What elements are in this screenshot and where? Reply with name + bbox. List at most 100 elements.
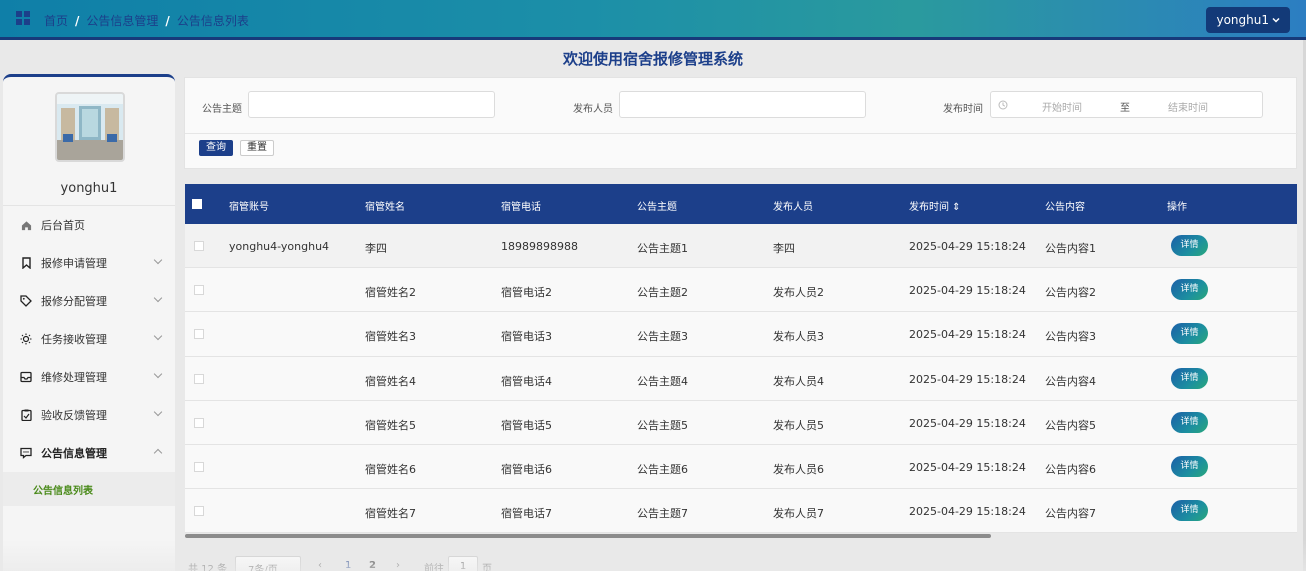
sidebar-item-announcements[interactable]: 公告信息管理: [3, 434, 175, 472]
home-icon: [20, 219, 32, 231]
cell-publisher: 发布人员4: [773, 374, 824, 388]
row-checkbox[interactable]: [194, 241, 204, 251]
col-header-publish-time[interactable]: 发布时间 ⇕: [909, 198, 961, 213]
cell-phone: 宿管电话5: [501, 418, 552, 432]
detail-button[interactable]: 详情: [1171, 279, 1208, 301]
page-2-button[interactable]: 2: [369, 560, 376, 571]
cell-name: 宿管姓名6: [365, 462, 416, 476]
publisher-input[interactable]: [619, 91, 866, 118]
detail-button[interactable]: 详情: [1171, 500, 1208, 522]
goto-label: 前往: [424, 564, 444, 571]
cell-name: 宿管姓名4: [365, 374, 416, 388]
next-page-button[interactable]: ›: [396, 560, 400, 571]
table-row: 宿管姓名3 宿管电话3 公告主题3 发布人员3 2025-04-29 15:18:24 公…: [185, 312, 1297, 357]
cell-content: 公告内容6: [1045, 462, 1096, 476]
announcement-table: 宿管账号 宿管姓名 宿管电话 公告主题 发布人员 发布时间 ⇕ 公告内容 操作 …: [185, 184, 1297, 534]
cell-account: yonghu4-yonghu4: [229, 240, 330, 253]
detail-button[interactable]: 详情: [1171, 323, 1208, 345]
sidebar-item-task-receive[interactable]: 任务接收管理: [3, 320, 175, 358]
sidebar-item-label: 报修申请管理: [41, 257, 107, 270]
prev-page-button[interactable]: ‹: [318, 560, 322, 571]
breadcrumb-separator: /: [75, 13, 80, 28]
breadcrumb-section[interactable]: 公告信息管理: [86, 12, 158, 29]
sidebar-item-label: 后台首页: [41, 219, 85, 232]
sidebar: yonghu1 后台首页 报修申请管理 报修分配管理 任务接收管理 维修处理管理: [3, 74, 175, 571]
cell-content: 公告内容1: [1045, 242, 1096, 255]
cell-name: 李四: [365, 242, 387, 255]
user-dropdown-button[interactable]: yonghu1: [1206, 7, 1290, 33]
row-checkbox[interactable]: [194, 329, 204, 340]
reset-button[interactable]: 重置: [240, 140, 274, 156]
sidebar-item-repair-request[interactable]: 报修申请管理: [3, 244, 175, 282]
col-header-phone: 宿管电话: [501, 202, 541, 213]
detail-button[interactable]: 详情: [1171, 235, 1208, 256]
cell-phone: 宿管电话7: [501, 507, 552, 521]
grid-menu-icon[interactable]: [16, 11, 30, 25]
sidebar-subitem-announcement-list[interactable]: 公告信息列表: [3, 472, 175, 506]
search-panel: 公告主题 发布人员 发布时间 开始时间 至 结束时间 查询 重置: [184, 77, 1298, 169]
table-row: yonghu4-yonghu4 李四 18989898988 公告主题1 李四 2025-…: [185, 224, 1297, 269]
cell-name: 宿管姓名5: [365, 418, 416, 432]
cell-subject: 公告主题4: [637, 374, 688, 388]
page-size-select[interactable]: 7条/页: [235, 556, 301, 571]
publish-time-label: 发布时间: [943, 104, 983, 115]
clock-icon: [998, 100, 1008, 110]
cell-publisher: 发布人员2: [773, 286, 824, 300]
col-header-subject: 公告主题: [637, 202, 677, 213]
query-button[interactable]: 查询: [199, 140, 233, 156]
chevron-down-icon: [153, 293, 163, 303]
horizontal-scrollbar[interactable]: [185, 534, 991, 538]
cell-phone: 宿管电话3: [501, 330, 552, 344]
chevron-up-icon: [153, 448, 163, 458]
sidebar-item-repair-process[interactable]: 维修处理管理: [3, 358, 175, 396]
cell-publisher: 发布人员3: [773, 330, 824, 344]
breadcrumb-separator: /: [165, 13, 170, 28]
cell-subject: 公告主题6: [637, 462, 688, 476]
subject-label: 公告主题: [202, 104, 242, 115]
row-checkbox[interactable]: [194, 461, 204, 472]
page-suffix: 页: [482, 564, 492, 571]
date-range-separator: 至: [1120, 103, 1130, 114]
cell-publish-time: 2025-04-29 15:18:24: [909, 416, 1026, 430]
cell-subject: 公告主题7: [637, 507, 688, 521]
cell-content: 公告内容2: [1045, 286, 1096, 300]
start-date-placeholder: 开始时间: [1042, 103, 1082, 114]
divider: [185, 133, 1298, 134]
date-range-picker[interactable]: 开始时间 至 结束时间: [990, 91, 1263, 118]
cell-phone: 18989898988: [501, 240, 578, 253]
breadcrumb-current: 公告信息列表: [176, 14, 249, 28]
sidebar-item-label: 任务接收管理: [41, 333, 107, 346]
table-body: yonghu4-yonghu4 李四 18989898988 公告主题1 李四 2025-…: [185, 224, 1297, 534]
top-bar: 首页 / 公告信息管理 / 公告信息列表 yonghu1: [0, 0, 1306, 40]
sidebar-item-home[interactable]: 后台首页: [3, 206, 175, 244]
row-checkbox[interactable]: [194, 417, 204, 428]
subject-input[interactable]: [248, 91, 495, 118]
page-1-button[interactable]: 1: [345, 560, 351, 571]
sidebar-item-repair-assign[interactable]: 报修分配管理: [3, 282, 175, 320]
select-all-checkbox[interactable]: [192, 199, 202, 209]
row-checkbox[interactable]: [194, 373, 204, 384]
row-checkbox[interactable]: [194, 506, 204, 517]
message-icon: [20, 447, 32, 459]
goto-page-value: 1: [459, 561, 467, 571]
cell-phone: 宿管电话2: [501, 286, 552, 300]
page-size-value: 7条/页: [248, 565, 278, 571]
detail-button[interactable]: 详情: [1171, 411, 1208, 433]
goto-page-input[interactable]: 1: [448, 556, 478, 571]
sun-icon: [20, 333, 32, 345]
cell-name: 宿管姓名7: [365, 507, 416, 521]
table-row: 宿管姓名6 宿管电话6 公告主题6 发布人员6 2025-04-29 15:18:24 公…: [185, 444, 1297, 490]
breadcrumb-home[interactable]: 首页: [44, 12, 68, 29]
chevron-down-icon: [153, 331, 163, 341]
sidebar-menu: 后台首页 报修申请管理 报修分配管理 任务接收管理 维修处理管理 验收反馈管理: [3, 205, 175, 506]
detail-button[interactable]: 详情: [1171, 455, 1208, 477]
cell-subject: 公告主题5: [637, 418, 688, 432]
end-date-placeholder: 结束时间: [1168, 103, 1208, 114]
detail-button[interactable]: 详情: [1171, 367, 1208, 389]
cell-publisher: 发布人员6: [773, 462, 824, 476]
bookmark-icon: [20, 257, 32, 269]
row-checkbox[interactable]: [194, 285, 204, 296]
cell-phone: 宿管电话6: [501, 462, 552, 476]
page-title: 欢迎使用宿舍报修管理系统: [562, 50, 743, 68]
sidebar-item-acceptance-feedback[interactable]: 验收反馈管理: [3, 396, 175, 434]
